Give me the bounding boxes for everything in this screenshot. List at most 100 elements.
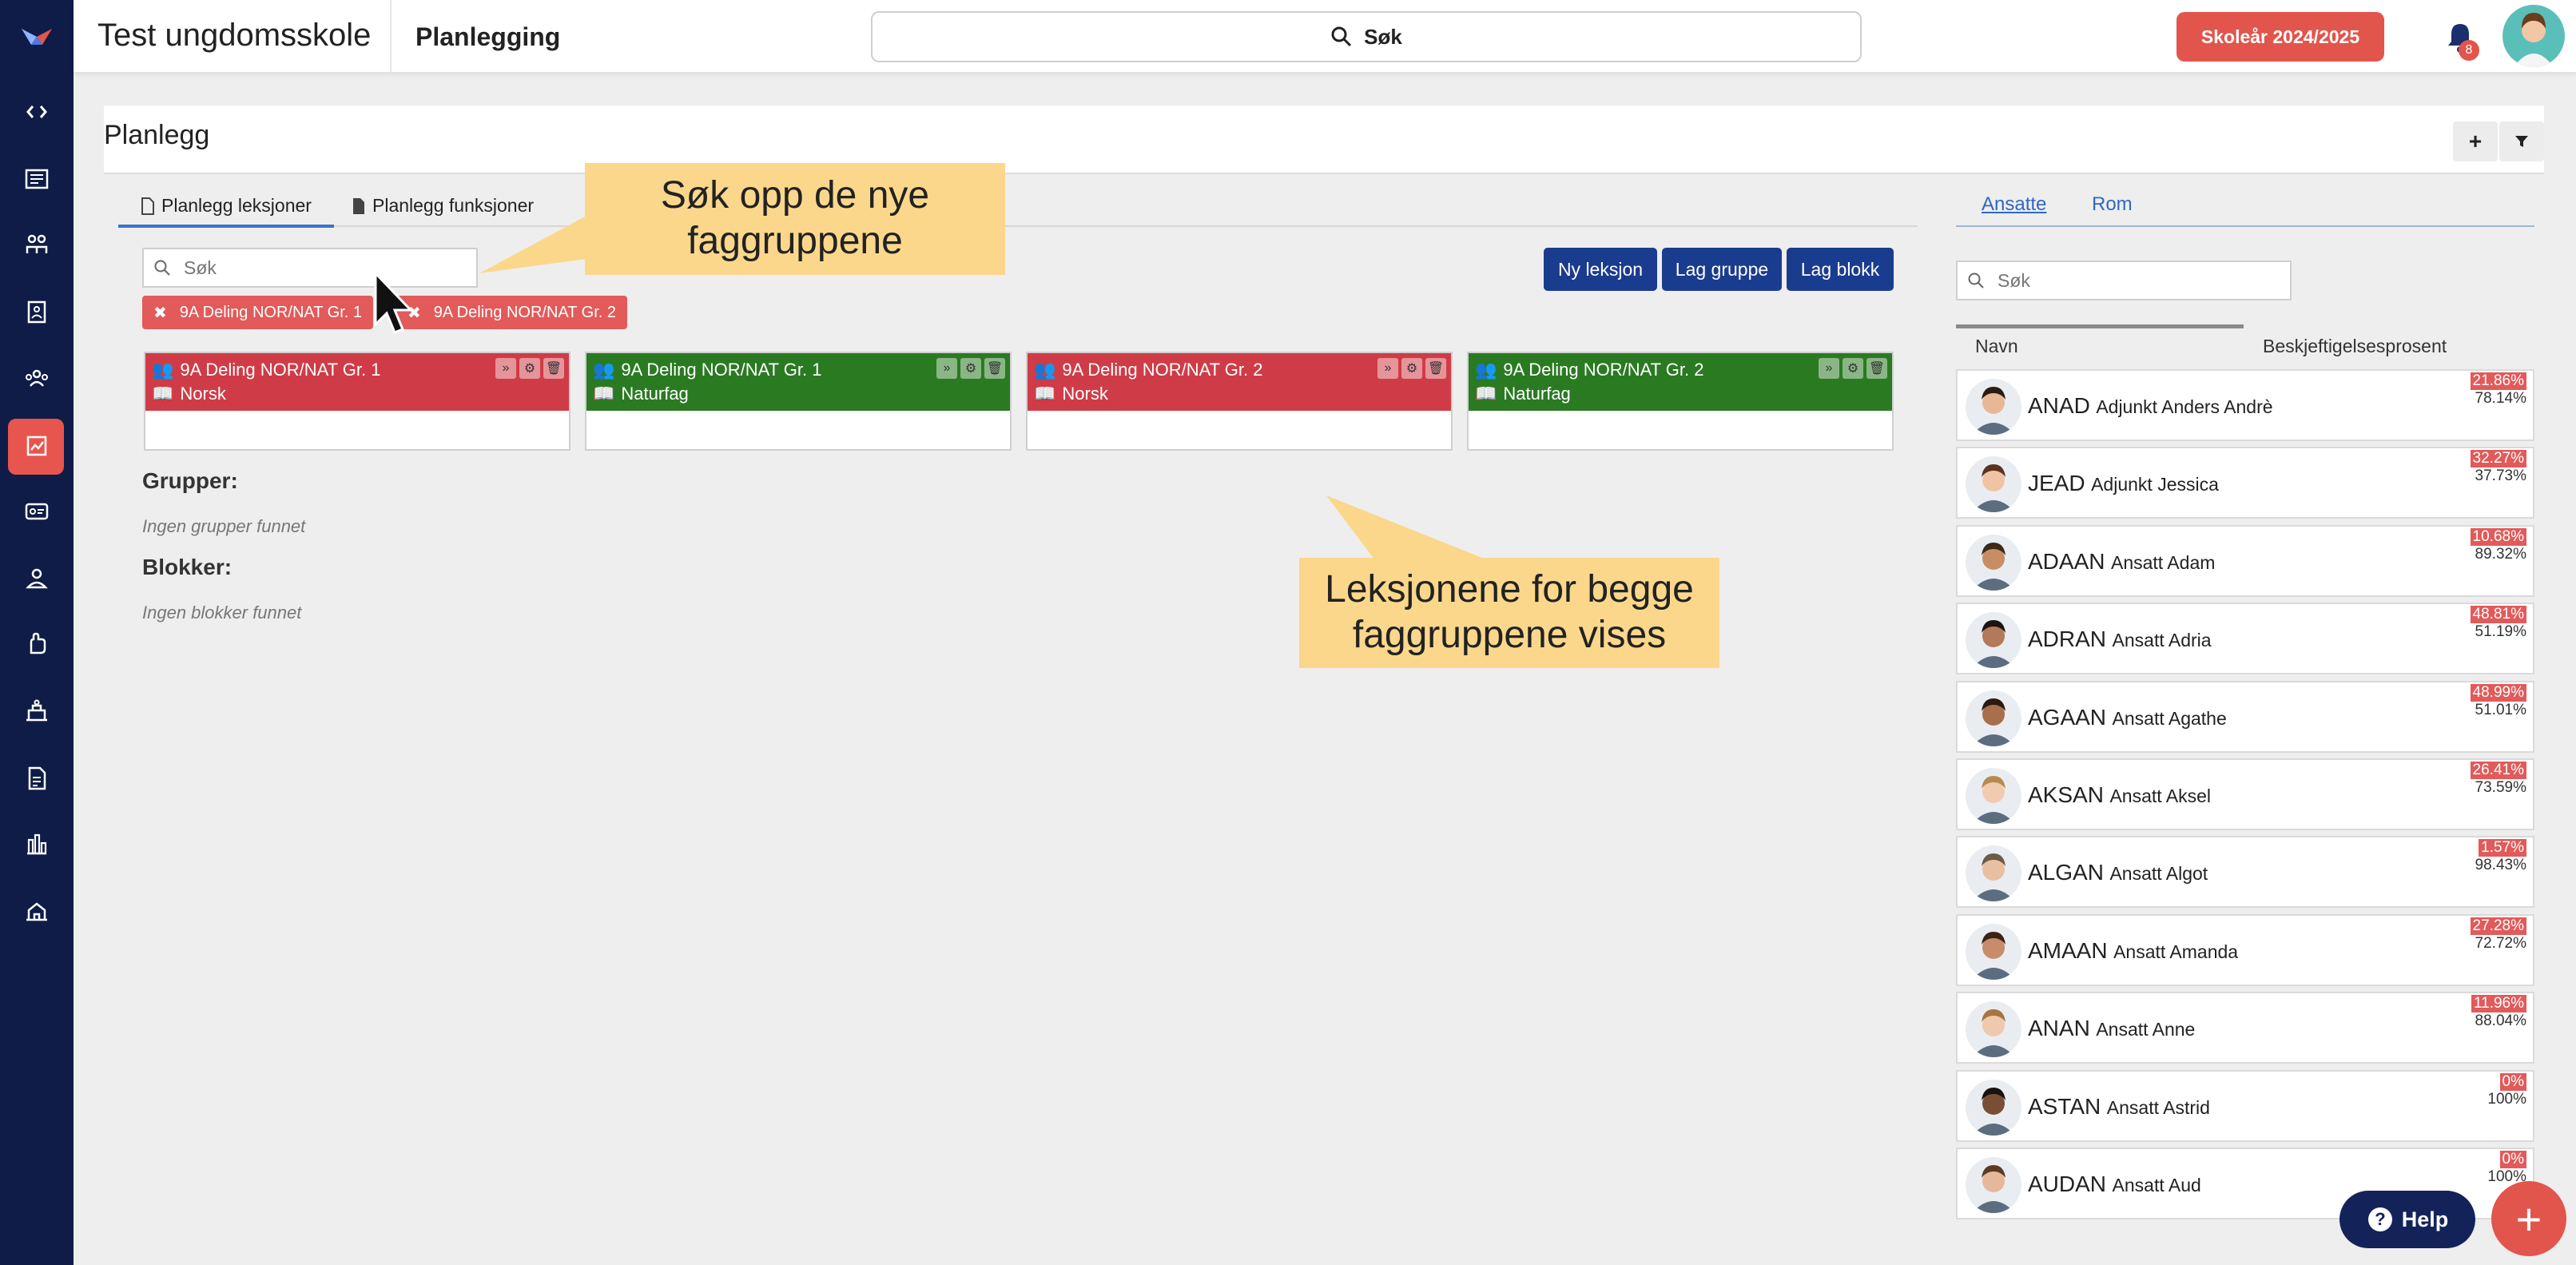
make-group-button[interactable]: Lag gruppe — [1662, 248, 1782, 291]
callout-search: Søk opp de nye faggruppene — [585, 163, 1005, 275]
employee-row[interactable]: ADAAN Ansatt Adam 10.68% 89.32% — [1956, 524, 2534, 597]
app-logo[interactable] — [0, 13, 74, 61]
book-icon: 📖 — [1034, 384, 1056, 404]
expand-sidebar-icon[interactable] — [0, 83, 74, 141]
clipboard-icon[interactable] — [0, 283, 74, 340]
document-icon[interactable] — [0, 750, 74, 807]
expand-icon[interactable]: » — [1377, 358, 1398, 379]
employment-percent: 32.27% 37.73% — [2469, 450, 2526, 485]
cursor-icon — [374, 272, 414, 334]
employee-row[interactable]: ALGAN Ansatt Algot 1.57% 98.43% — [1956, 836, 2534, 909]
free-percent: 48.99% — [2470, 683, 2526, 702]
lesson-card-header: 👥 9A Deling NOR/NAT Gr. 2 📖 Naturfag » ⚙ 🗑 — [1469, 353, 1892, 411]
help-label: Help — [2401, 1207, 2449, 1231]
used-percent: 73.59% — [2475, 779, 2526, 796]
free-percent: 0% — [2499, 1151, 2526, 1168]
employment-percent: 48.81% 51.19% — [2469, 606, 2526, 641]
tab-plan-functions[interactable]: Planlegg funksjoner — [352, 195, 534, 217]
employee-search[interactable] — [1956, 261, 2292, 300]
people-icon[interactable] — [0, 216, 74, 273]
lesson-search[interactable] — [142, 248, 478, 288]
employee-photo — [1966, 1001, 2021, 1058]
employee-row[interactable]: ASTAN Ansatt Astrid 0% 100% — [1956, 1069, 2534, 1142]
trash-icon[interactable]: 🗑 — [1866, 358, 1887, 379]
employee-code: ADAAN — [2028, 548, 2105, 574]
employment-percent: 0% 100% — [2469, 1151, 2526, 1186]
lesson-subject: Naturfag — [1503, 384, 1571, 404]
employee-name: ALGAN Ansatt Algot — [2028, 860, 2208, 885]
tab-plan-lessons-label: Planlegg leksjoner — [161, 195, 312, 216]
employee-fullname: Ansatt Anne — [2096, 1019, 2196, 1040]
teacher-icon[interactable] — [0, 550, 74, 607]
global-search[interactable]: Søk — [871, 11, 1862, 62]
hand-icon[interactable] — [0, 615, 74, 673]
employee-search-input[interactable] — [1998, 269, 2269, 292]
column-name[interactable]: Navn — [1975, 336, 2018, 357]
tab-employees[interactable]: Ansatte — [1982, 193, 2046, 216]
lesson-card[interactable]: 👥 9A Deling NOR/NAT Gr. 2 📖 Naturfag » ⚙ 🗑 — [1467, 352, 1894, 451]
blocks-title: Blokker: — [142, 555, 233, 579]
employee-row[interactable]: AGAAN Ansatt Agathe 48.99% 51.01% — [1956, 680, 2534, 753]
employee-row[interactable]: ADRAN Ansatt Adria 48.81% 51.19% — [1956, 603, 2534, 675]
add-button[interactable]: + — [2453, 121, 2498, 161]
planning-icon[interactable] — [0, 417, 74, 475]
tab-plan-lessons[interactable]: Planlegg leksjoner — [118, 195, 334, 228]
employee-name: AKSAN Ansatt Aksel — [2028, 782, 2211, 808]
employee-row[interactable]: ANAN Ansatt Anne 11.96% 88.04% — [1956, 992, 2534, 1064]
make-block-button[interactable]: Lag blokk — [1787, 248, 1894, 291]
gear-icon[interactable]: ⚙ — [1843, 358, 1863, 379]
filter-chip[interactable]: ✖ 9A Deling NOR/NAT Gr. 2 — [396, 296, 627, 329]
expand-icon[interactable]: » — [1819, 358, 1839, 379]
news-icon[interactable] — [0, 150, 74, 208]
employee-code: ADRAN — [2028, 627, 2107, 652]
filter-button[interactable] — [2499, 121, 2544, 161]
search-icon — [154, 260, 170, 276]
employee-row[interactable]: ANAD Adjunkt Anders Andrè 21.86% 78.14% — [1956, 369, 2534, 441]
group-icon[interactable] — [0, 350, 74, 408]
lesson-card[interactable]: 👥 9A Deling NOR/NAT Gr. 1 📖 Norsk » ⚙ 🗑 — [144, 352, 570, 451]
filter-chip[interactable]: ✖ 9A Deling NOR/NAT Gr. 1 — [142, 296, 373, 329]
lesson-card-header: 👥 9A Deling NOR/NAT Gr. 1 📖 Naturfag » ⚙ 🗑 — [586, 353, 1010, 411]
employee-name: AUDAN Ansatt Aud — [2028, 1172, 2201, 1197]
planning-tabs: Planlegg leksjoner Planlegg funksjoner — [118, 190, 1918, 228]
tab-rooms[interactable]: Rom — [2092, 193, 2133, 216]
trash-icon[interactable]: 🗑 — [543, 358, 564, 379]
trash-icon[interactable]: 🗑 — [984, 358, 1005, 379]
group-icon: 👥 — [593, 360, 615, 380]
used-percent: 89.32% — [2475, 545, 2526, 563]
classroom-icon[interactable] — [0, 682, 74, 740]
gear-icon[interactable]: ⚙ — [519, 358, 540, 379]
expand-icon[interactable]: » — [495, 358, 516, 379]
message-icon[interactable] — [0, 483, 74, 540]
used-percent: 51.01% — [2475, 701, 2526, 718]
lesson-card[interactable]: 👥 9A Deling NOR/NAT Gr. 1 📖 Naturfag » ⚙ 🗑 — [585, 352, 1012, 451]
expand-icon[interactable]: » — [936, 358, 957, 379]
gear-icon[interactable]: ⚙ — [1401, 358, 1422, 379]
remove-icon[interactable]: ✖ — [153, 303, 167, 323]
user-avatar[interactable] — [2502, 5, 2565, 67]
column-employment[interactable]: Beskjeftigelsesprosent — [2263, 336, 2447, 357]
statistics-icon[interactable] — [0, 815, 74, 873]
employee-row[interactable]: JEAD Adjunkt Jessica 32.27% 37.73% — [1956, 447, 2534, 519]
lesson-group: 9A Deling NOR/NAT Gr. 2 — [1062, 360, 1263, 380]
group-icon: 👥 — [1034, 360, 1056, 380]
trash-icon[interactable]: 🗑 — [1425, 358, 1446, 379]
help-button[interactable]: ? Help — [2339, 1191, 2475, 1248]
lesson-group: 9A Deling NOR/NAT Gr. 2 — [1503, 360, 1704, 380]
free-percent: 27.28% — [2470, 917, 2526, 935]
employee-photo — [1966, 612, 2021, 669]
employee-fullname: Ansatt Astrid — [2106, 1096, 2210, 1118]
top-bar: Test ungdomsskole Planlegging Søk Skoleå… — [74, 0, 2576, 74]
employment-percent: 27.28% 72.72% — [2469, 917, 2526, 953]
employee-row[interactable]: AKSAN Ansatt Aksel 26.41% 73.59% — [1956, 758, 2534, 830]
new-lesson-button[interactable]: Ny leksjon — [1544, 248, 1657, 291]
employee-row[interactable]: AMAAN Ansatt Amanda 27.28% 72.72% — [1956, 913, 2534, 986]
lesson-card[interactable]: 👥 9A Deling NOR/NAT Gr. 2 📖 Norsk » ⚙ 🗑 — [1026, 352, 1453, 451]
filter-icon — [2515, 136, 2528, 147]
blocks-empty: Ingen blokker funnet — [142, 603, 302, 623]
gear-icon[interactable]: ⚙ — [960, 358, 981, 379]
add-fab[interactable]: + — [2491, 1181, 2566, 1256]
school-icon[interactable] — [0, 882, 74, 940]
school-year-button[interactable]: Skoleår 2024/2025 — [2176, 12, 2384, 62]
employee-photo — [1966, 690, 2021, 746]
